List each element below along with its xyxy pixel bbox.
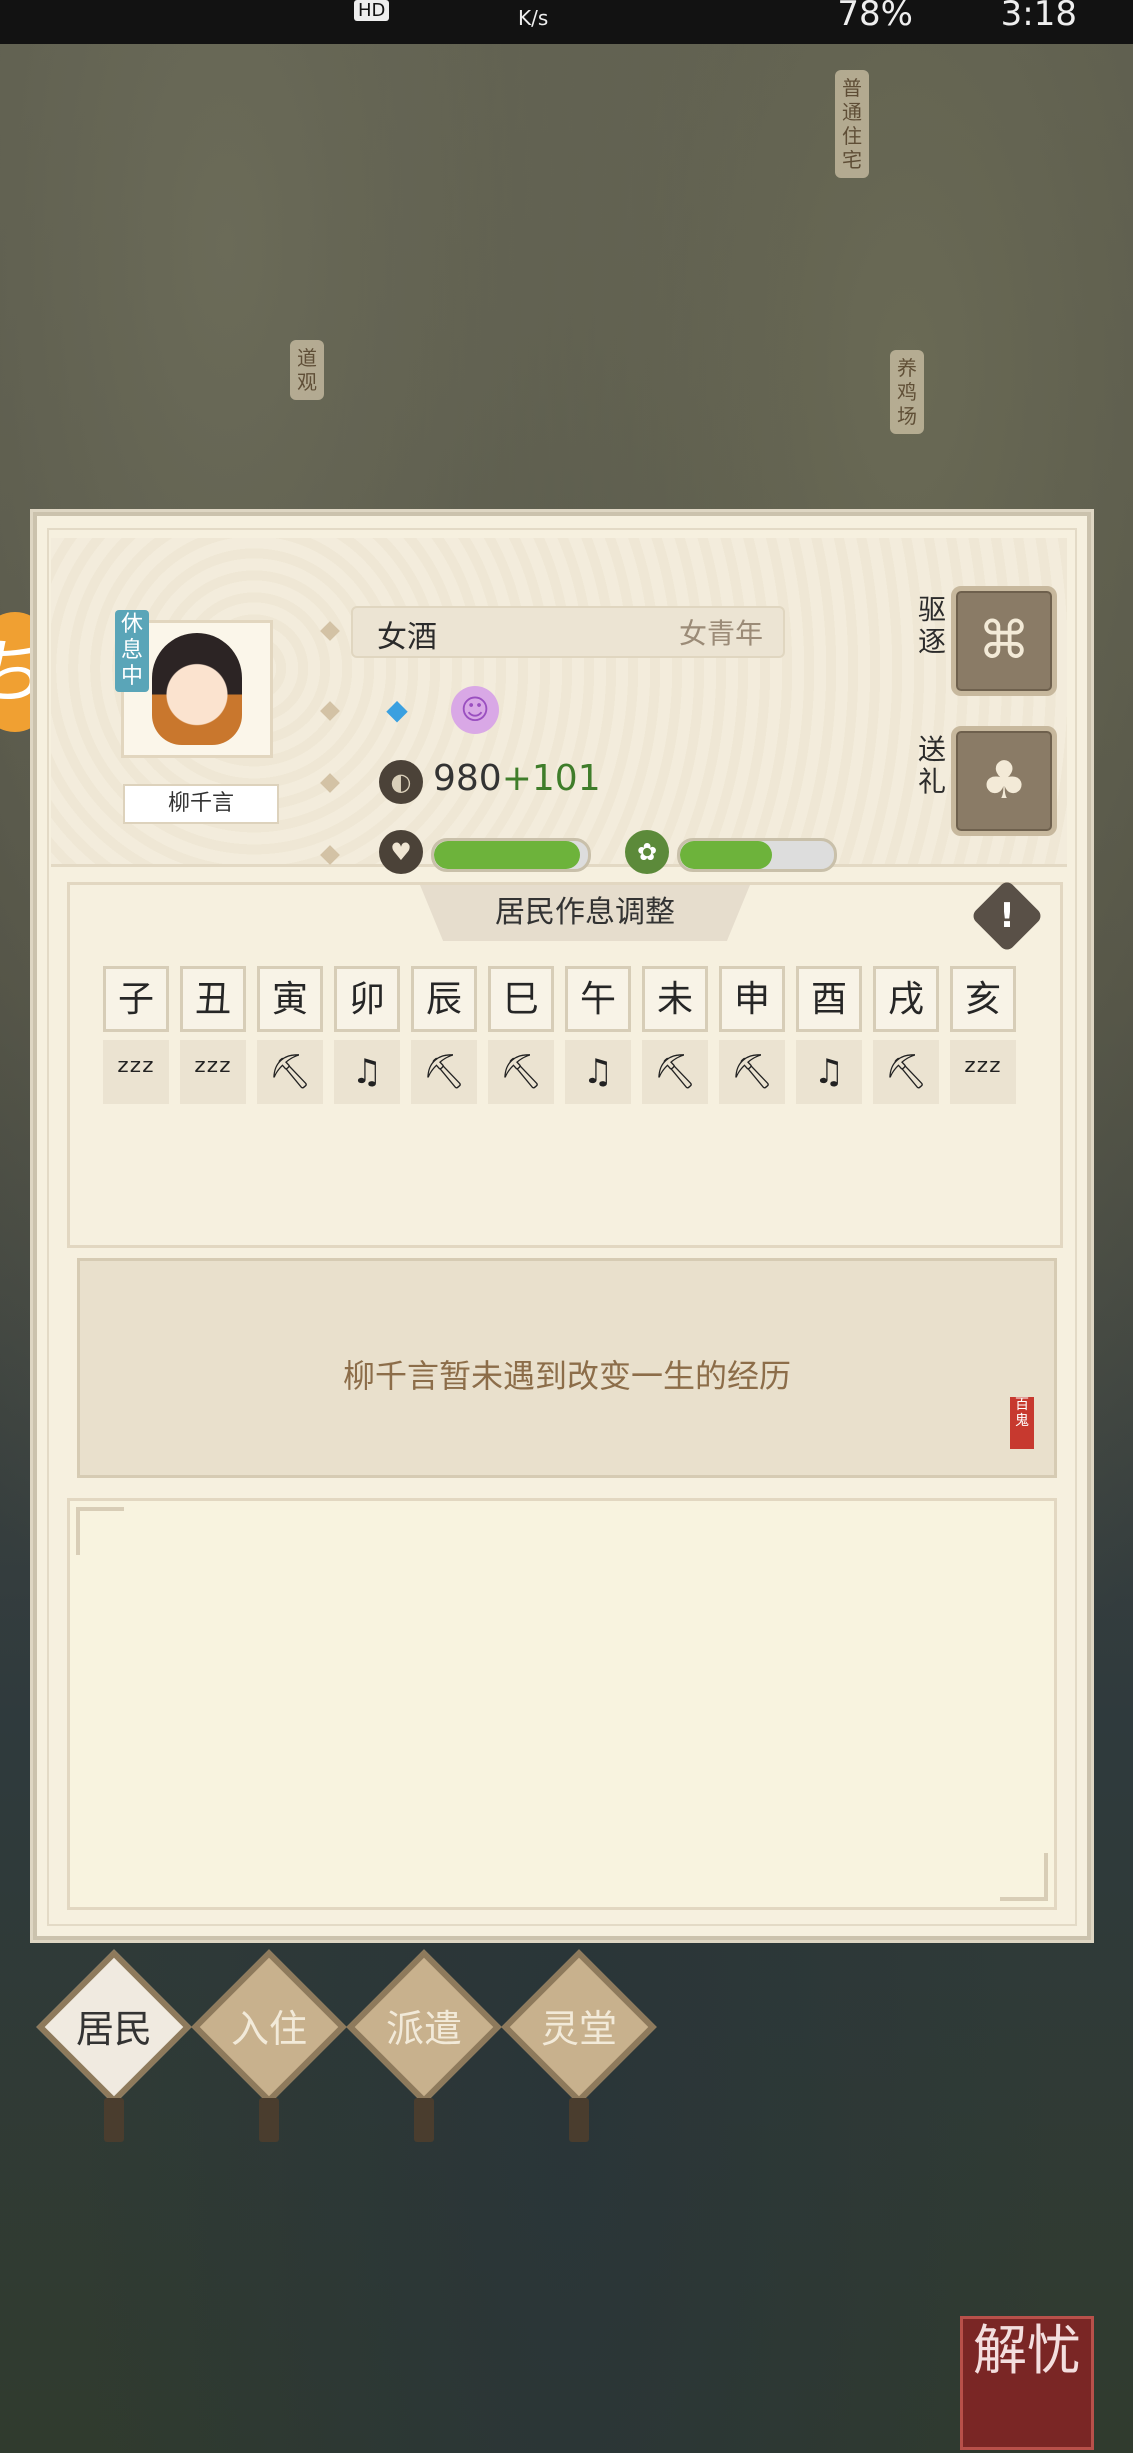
mood-bar [677,838,837,872]
dismiss-button[interactable]: 解忧 [960,2316,1094,2450]
life-event-text: 柳千言暂未遇到改变一生的经历 [342,1357,791,1395]
work-activity-icon[interactable]: ⛏ [488,1040,554,1104]
hour-slot: 亥 [950,966,1016,1032]
hour-slot: 辰 [411,966,477,1032]
hour-slot: 戌 [873,966,939,1032]
sprout-icon: ✿ [625,830,669,874]
hd-indicator: HD [354,0,390,21]
work-activity-icon[interactable]: ⛏ [719,1040,785,1104]
gift-label: 送礼 [917,733,946,798]
hour-slot: 子 [103,966,169,1032]
hour-slot: 丑 [180,966,246,1032]
sleep-activity-icon[interactable]: ᶻᶻᶻ [103,1040,169,1104]
event-log [67,1498,1057,1910]
hour-slot: 卯 [334,966,400,1032]
tab-tassel [414,2098,434,2142]
life-event-box: 柳千言暂未遇到改变一生的经历 百鬼 [77,1258,1057,1478]
work-activity-icon[interactable]: ⛏ [257,1040,323,1104]
battery-percent: 78% [837,0,913,34]
status-bar: HD K/s 78% 3:18 [0,0,1133,44]
leisure-activity-icon[interactable]: ♫ [334,1040,400,1104]
job-bar: 女酒 女青年 [351,606,785,658]
gift-bag-icon[interactable]: ♣ [951,726,1057,836]
money-value: 980+101 [433,758,601,799]
coin-icon: ◐ [379,760,423,804]
resident-profile: 休息中 柳千言 女酒 女青年 ◆ ☺ ◐ 980+101 ♥ ✿ 驱逐 ⌘ 送礼… [51,538,1067,874]
tab-tassel [259,2098,279,2142]
sleep-activity-icon[interactable]: ᶻᶻᶻ [950,1040,1016,1104]
map-label-chicken-farm[interactable]: 养鸡场 [890,350,924,434]
evict-label: 驱逐 [917,593,946,658]
broom-icon[interactable]: ⌘ [951,586,1057,696]
hour-slot: 午 [565,966,631,1032]
work-activity-icon[interactable]: ⛏ [873,1040,939,1104]
map-label-residence[interactable]: 普通住宅 [835,70,869,178]
tab-label[interactable]: 派遣 [354,1998,494,2053]
tab-label[interactable]: 居民 [44,1998,184,2053]
tab-tassel [569,2098,589,2142]
hour-slot: 未 [642,966,708,1032]
age-group: 女青年 [678,617,763,650]
leisure-activity-icon[interactable]: ♫ [565,1040,631,1104]
tab-label[interactable]: 入住 [199,1998,339,2053]
resident-panel: 休息中 柳千言 女酒 女青年 ◆ ☺ ◐ 980+101 ♥ ✿ 驱逐 ⌘ 送礼… [33,512,1091,1940]
health-bar [431,838,591,872]
schedule-title: 居民作息调整 [420,885,750,941]
map-label-taoist-temple[interactable]: 道观 [290,340,324,400]
status-time: 3:18 [1000,0,1077,34]
hour-slot: 寅 [257,966,323,1032]
resident-name: 柳千言 [123,784,279,824]
fish-trait-icon[interactable]: ◆ [373,686,421,734]
hour-slot: 巳 [488,966,554,1032]
hour-slot: 申 [719,966,785,1032]
work-activity-icon[interactable]: ⛏ [642,1040,708,1104]
work-activity-icon[interactable]: ⛏ [411,1040,477,1104]
network-speed: K/s [518,6,549,30]
hour-slot: 酉 [796,966,862,1032]
tab-label[interactable]: 灵堂 [509,1998,649,2053]
leisure-activity-icon[interactable]: ♫ [796,1040,862,1104]
warning-icon[interactable]: ! [981,890,1033,942]
job-title: 女酒 [377,620,437,655]
buddha-trait-icon[interactable]: ☺ [451,686,499,734]
status-tag: 休息中 [115,610,149,692]
sleep-activity-icon[interactable]: ᶻᶻᶻ [180,1040,246,1104]
seal-stamp: 百鬼 [1010,1397,1034,1449]
tab-tassel [104,2098,124,2142]
heart-icon: ♥ [379,830,423,874]
